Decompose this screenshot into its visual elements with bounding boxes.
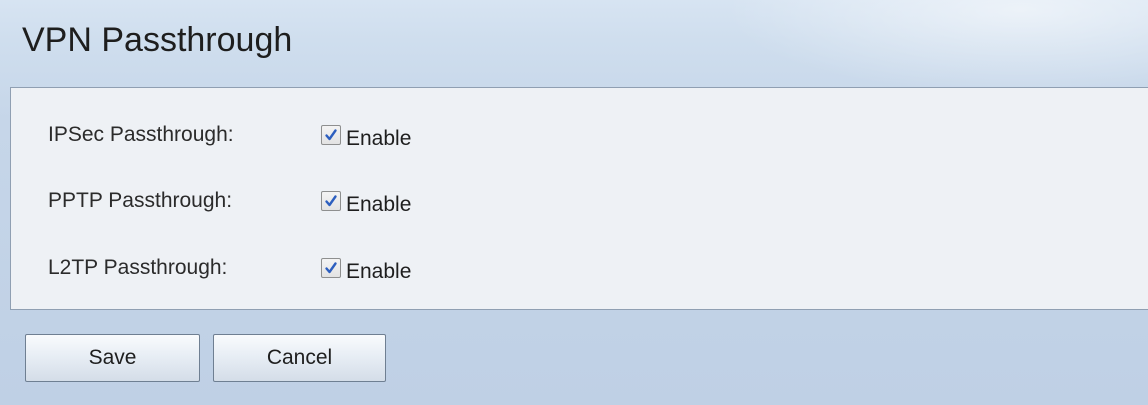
checkmark-icon [325,129,337,141]
save-button[interactable]: Save [25,334,200,382]
page-background: VPN Passthrough IPSec Passthrough: Enabl… [0,0,1148,405]
checkmark-icon [325,262,337,274]
vpn-passthrough-panel: IPSec Passthrough: Enable PPTP Passthrou… [10,87,1148,310]
ipsec-passthrough-label: IPSec Passthrough: [48,123,234,146]
pptp-passthrough-checkbox[interactable] [321,191,341,211]
l2tp-enable-label[interactable]: Enable [346,257,411,287]
ipsec-enable-label[interactable]: Enable [346,124,411,154]
l2tp-passthrough-checkbox[interactable] [321,258,341,278]
page-title: VPN Passthrough [22,21,293,59]
checkmark-icon [325,195,337,207]
pptp-passthrough-label: PPTP Passthrough: [48,189,233,212]
cancel-button[interactable]: Cancel [213,334,386,382]
l2tp-passthrough-label: L2TP Passthrough: [48,256,228,279]
pptp-enable-label[interactable]: Enable [346,190,411,220]
ipsec-passthrough-checkbox[interactable] [321,125,341,145]
